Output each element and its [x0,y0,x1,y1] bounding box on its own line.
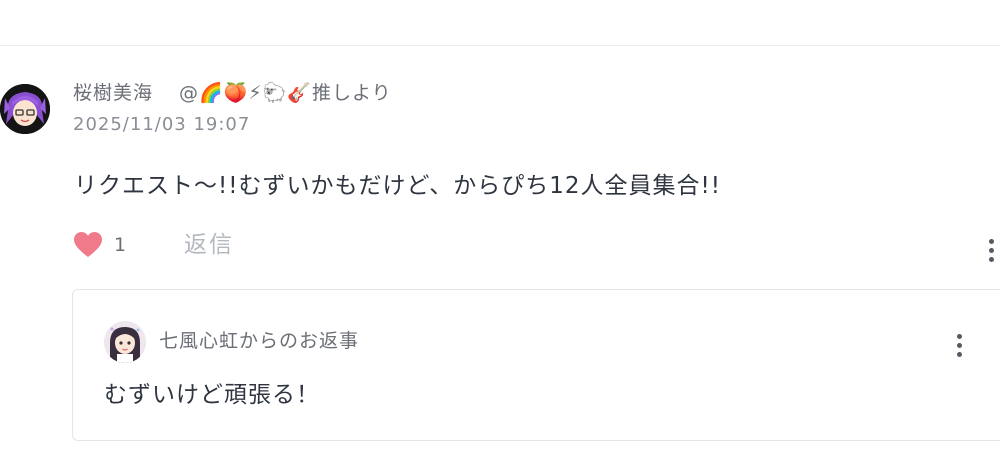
like-count: 1 [114,234,127,256]
comment-body: リクエスト〜!!むずいかもだけど、からぴち12人全員集合!! [74,173,721,199]
comment-meta: 桜樹美海 @🌈🍑⚡🐑🎸推しより 2025/11/03 19:07 [73,78,392,137]
comment-timestamp: 2025/11/03 19:07 [73,114,251,135]
reply-more-vertical-icon[interactable] [951,330,967,360]
more-vertical-icon[interactable] [983,235,999,265]
reply-header: 七風心虹からのお返事 [159,330,360,352]
replier-avatar[interactable] [104,321,146,363]
commenter-avatar[interactable] [0,84,50,134]
author-handle: @🌈🍑⚡🐑🎸推しより [179,82,392,104]
heart-icon [74,232,102,257]
reply-body: むずいけど頑張る！ [104,382,320,408]
reply-button[interactable]: 返信 [184,228,234,262]
reply-card: 七風心虹からのお返事 むずいけど頑張る！ [72,289,1000,441]
author-line: 桜樹美海 @🌈🍑⚡🐑🎸推しより [73,78,392,108]
comment-thread: 桜樹美海 @🌈🍑⚡🐑🎸推しより 2025/11/03 19:07 リクエスト〜!!… [0,0,1000,471]
author-name[interactable]: 桜樹美海 [73,82,153,104]
top-divider [0,45,1000,46]
like-button[interactable]: 1 [73,229,126,261]
